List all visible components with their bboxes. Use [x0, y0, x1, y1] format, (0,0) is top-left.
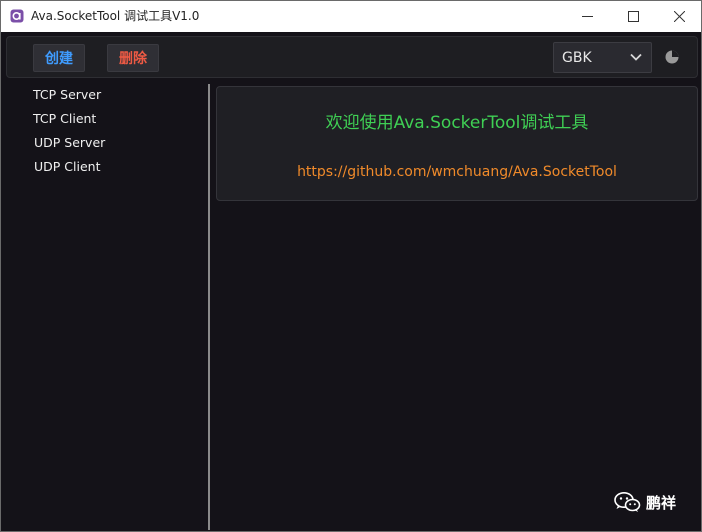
- title-bar[interactable]: Ava.SocketTool 调试工具V1.0: [1, 1, 701, 32]
- encoding-select[interactable]: GBK: [553, 42, 652, 73]
- sidebar-item-tcp-server[interactable]: TCP Server: [33, 87, 101, 103]
- welcome-panel: 欢迎使用Ava.SockerTool调试工具 https://github.co…: [216, 86, 698, 201]
- wechat-icon: [614, 492, 641, 512]
- delete-button[interactable]: 删除: [107, 44, 159, 72]
- app-window: Ava.SocketTool 调试工具V1.0 创建 删除 GBK TCP Se…: [0, 0, 702, 532]
- github-link[interactable]: https://github.com/wmchuang/Ava.SocketTo…: [217, 164, 697, 180]
- welcome-heading: 欢迎使用Ava.SockerTool调试工具: [325, 113, 589, 133]
- minimize-button[interactable]: [564, 1, 610, 32]
- sidebar: TCP Server TCP Client UDP Server UDP Cli…: [6, 84, 206, 531]
- watermark: 鹏祥: [613, 490, 676, 514]
- close-button[interactable]: [656, 1, 701, 32]
- sidebar-item-udp-server[interactable]: UDP Server: [34, 135, 105, 151]
- toolbar: 创建 删除 GBK: [6, 36, 698, 78]
- sidebar-item-udp-client[interactable]: UDP Client: [34, 159, 100, 175]
- close-icon: [673, 11, 685, 22]
- theme-toggle-icon[interactable]: [664, 49, 680, 65]
- maximize-button[interactable]: [610, 1, 656, 32]
- sidebar-splitter[interactable]: [208, 84, 210, 530]
- sidebar-item-tcp-client[interactable]: TCP Client: [33, 111, 96, 127]
- create-button[interactable]: 创建: [33, 44, 85, 72]
- watermark-text: 鹏祥: [646, 493, 677, 512]
- app-logo-icon: [10, 9, 24, 23]
- minimize-icon: [581, 16, 593, 17]
- chevron-down-icon: [630, 53, 642, 61]
- encoding-value: GBK: [562, 49, 592, 66]
- maximize-icon: [627, 11, 639, 22]
- window-title: Ava.SocketTool 调试工具V1.0: [31, 9, 200, 23]
